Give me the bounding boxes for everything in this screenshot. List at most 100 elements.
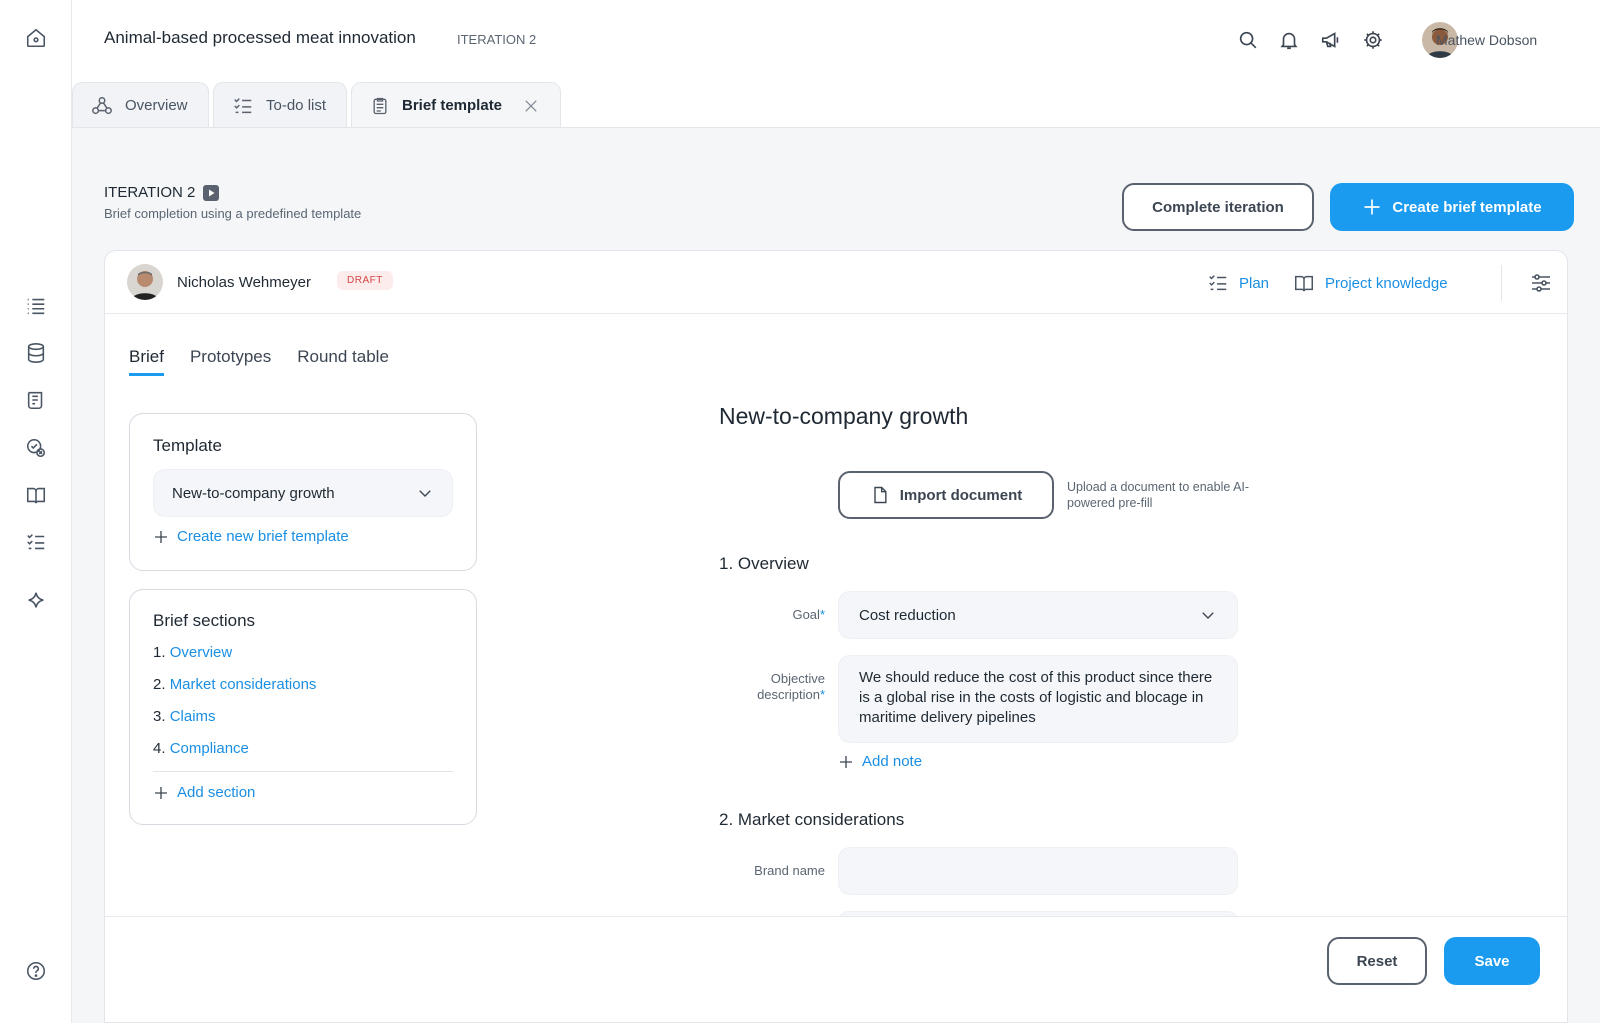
sliders-icon[interactable]: [1529, 271, 1553, 295]
checklist-icon: [232, 95, 254, 117]
tab-brief-template[interactable]: Brief template: [351, 82, 561, 128]
document-icon[interactable]: [23, 387, 49, 413]
brand-name-input[interactable]: [838, 847, 1238, 895]
chevron-down-icon: [1199, 606, 1217, 624]
bell-icon[interactable]: [1276, 27, 1302, 53]
brief-subtabs: Brief Prototypes Round table: [129, 347, 389, 376]
section-link[interactable]: Market considerations: [170, 676, 317, 693]
list-icon[interactable]: [23, 293, 49, 319]
template-select[interactable]: New-to-company growth: [153, 469, 453, 517]
sections-title: Brief sections: [153, 611, 256, 630]
required-mark: *: [819, 687, 825, 702]
checklist-icon: [1207, 272, 1229, 294]
brief-sections-panel: Brief sections 1. Overview 2. Market con…: [129, 589, 477, 825]
add-note-link[interactable]: Add note: [838, 753, 922, 770]
file-icon: [870, 485, 890, 505]
badge-icon[interactable]: [23, 435, 49, 461]
divider: [153, 771, 453, 772]
section-heading-overview: 1. Overview: [719, 554, 809, 573]
import-document-button[interactable]: Import document: [838, 471, 1054, 519]
section-number: 4.: [153, 740, 166, 757]
project-knowledge-button[interactable]: Project knowledge: [1293, 272, 1448, 294]
objective-label: Objective description*: [757, 671, 825, 703]
save-button[interactable]: Save: [1444, 937, 1540, 985]
objective-label-line1: Objective: [770, 671, 825, 686]
required-mark: *: [819, 607, 825, 622]
plus-icon: [1362, 197, 1382, 217]
create-label: Create brief template: [1392, 198, 1542, 216]
objective-textarea[interactable]: We should reduce the cost of this produc…: [838, 655, 1238, 743]
user-name: Mathew Dobson: [1436, 32, 1538, 48]
status-badge: DRAFT: [337, 271, 393, 290]
tab-todo[interactable]: To-do list: [213, 82, 347, 128]
add-section-link[interactable]: Add section: [153, 784, 255, 801]
iteration-subtitle: Brief completion using a predefined temp…: [104, 206, 362, 221]
form-footer: Reset Save: [105, 916, 1567, 1022]
megaphone-icon[interactable]: [1318, 27, 1344, 53]
iteration-tag: ITERATION 2: [457, 32, 537, 47]
section-number: 3.: [153, 708, 166, 725]
template-panel: Template New-to-company growth Create ne…: [129, 413, 477, 571]
plus-icon: [153, 785, 169, 801]
tab-label: Overview: [125, 97, 188, 114]
top-bar: Animal-based processed meat innovation I…: [72, 0, 1600, 80]
import-hint: Upload a document to enable AI-powered p…: [1067, 480, 1250, 510]
objective-label-line2: description: [757, 687, 820, 702]
book-icon[interactable]: [23, 482, 49, 508]
form-title: New-to-company growth: [719, 403, 969, 429]
iteration-title: ITERATION 2: [104, 184, 196, 201]
left-rail: [0, 0, 72, 1023]
template-title: Template: [153, 436, 222, 455]
help-icon[interactable]: [23, 958, 49, 984]
project-title: Animal-based processed meat innovation: [104, 28, 416, 47]
book-icon: [1293, 272, 1315, 294]
add-section-label: Add section: [177, 784, 256, 801]
gear-icon[interactable]: [1360, 27, 1386, 53]
divider: [1501, 265, 1502, 301]
network-icon: [91, 95, 113, 117]
section-heading-market: 2. Market considerations: [719, 810, 905, 829]
subtab-prototypes[interactable]: Prototypes: [190, 347, 271, 376]
reset-button[interactable]: Reset: [1327, 937, 1427, 985]
home-icon[interactable]: [23, 25, 49, 51]
plus-icon: [838, 754, 854, 770]
brief-card: Nicholas Wehmeyer DRAFT Plan Project kno…: [104, 250, 1568, 1023]
subtab-brief[interactable]: Brief: [129, 347, 164, 376]
create-new-template-label: Create new brief template: [177, 528, 349, 545]
section-item[interactable]: 2. Market considerations: [153, 676, 316, 693]
import-label: Import document: [899, 486, 1023, 504]
card-header: Nicholas Wehmeyer DRAFT Plan Project kno…: [105, 251, 1567, 314]
knowledge-label: Project knowledge: [1325, 274, 1448, 292]
section-item[interactable]: 3. Claims: [153, 708, 216, 725]
section-link[interactable]: Claims: [170, 708, 216, 725]
section-link[interactable]: Compliance: [170, 740, 249, 757]
search-icon[interactable]: [1235, 27, 1261, 53]
clipboard-icon: [370, 96, 390, 116]
plus-icon: [153, 529, 169, 545]
plan-label: Plan: [1239, 274, 1270, 292]
close-icon[interactable]: [522, 97, 540, 115]
sparkle-icon[interactable]: [23, 588, 49, 614]
chevron-down-icon: [416, 484, 434, 502]
brand-label: Brand name: [754, 863, 825, 878]
goal-label-text: Goal: [792, 607, 820, 622]
section-item[interactable]: 1. Overview: [153, 644, 232, 661]
complete-iteration-button[interactable]: Complete iteration: [1122, 183, 1314, 231]
goal-select[interactable]: Cost reduction: [838, 591, 1238, 639]
checklist-icon[interactable]: [23, 529, 49, 555]
database-icon[interactable]: [23, 340, 49, 366]
section-item[interactable]: 4. Compliance: [153, 740, 249, 757]
play-icon[interactable]: [203, 184, 220, 201]
author-avatar: [127, 264, 163, 300]
create-new-template-link[interactable]: Create new brief template: [153, 528, 349, 545]
goal-label: Goal*: [792, 607, 825, 623]
create-brief-template-button[interactable]: Create brief template: [1330, 183, 1574, 231]
tab-overview[interactable]: Overview: [72, 82, 209, 128]
plan-button[interactable]: Plan: [1207, 272, 1269, 294]
section-link[interactable]: Overview: [170, 644, 233, 661]
tab-label: Brief template: [402, 97, 503, 114]
add-note-label: Add note: [862, 753, 923, 770]
goal-value: Cost reduction: [859, 606, 956, 624]
template-selected: New-to-company growth: [172, 484, 335, 502]
subtab-round-table[interactable]: Round table: [297, 347, 389, 376]
